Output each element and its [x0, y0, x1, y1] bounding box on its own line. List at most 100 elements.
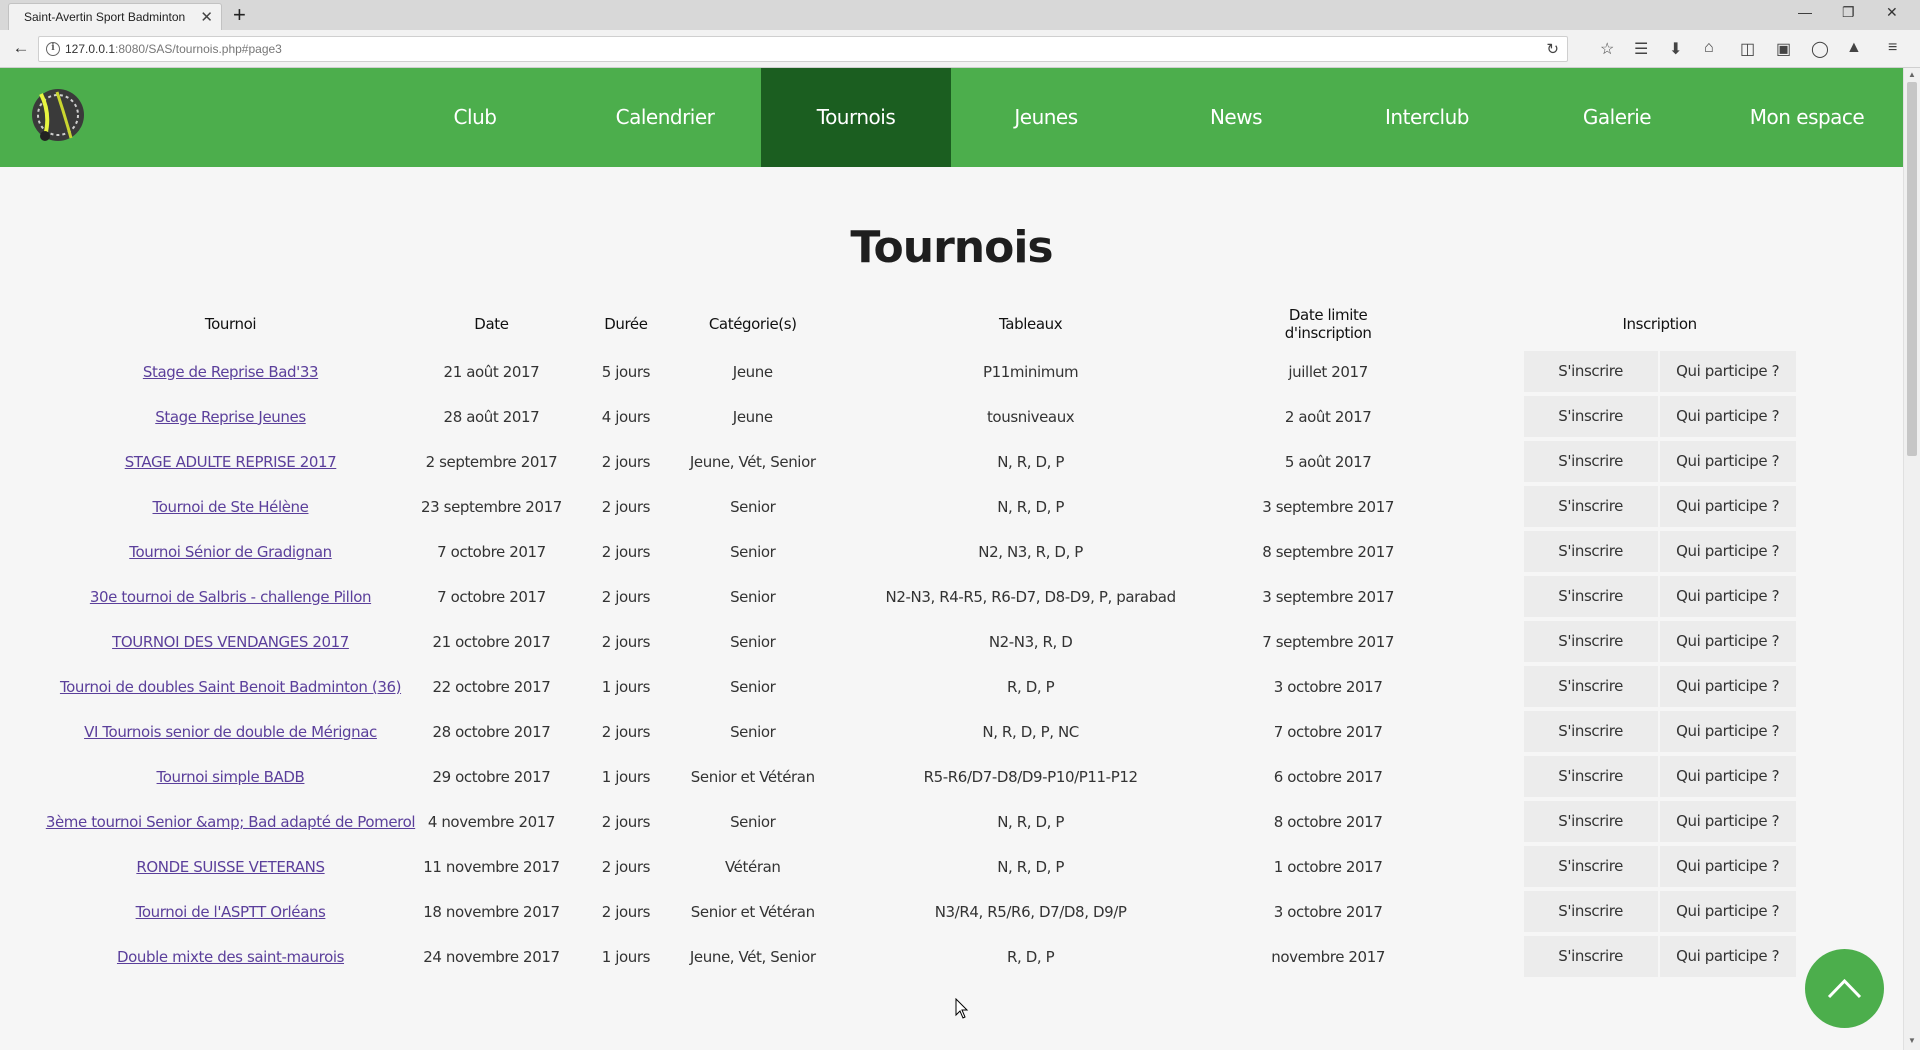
inscrire-button[interactable]: S'inscrire [1523, 351, 1658, 392]
home-icon[interactable]: ⌂ [1704, 39, 1714, 57]
tournament-link[interactable]: Tournoi de Ste Hélène [153, 498, 309, 516]
qui-participe-button[interactable]: Qui participe ? [1659, 936, 1796, 977]
tournament-deadline: 1 octobre 2017 [1273, 857, 1383, 876]
inscrire-button[interactable]: S'inscrire [1523, 486, 1658, 527]
qui-participe-button[interactable]: Qui participe ? [1659, 396, 1796, 437]
url-text: 127.0.0.1:8080/SAS/tournois.php#page3 [65, 42, 282, 56]
tournament-link[interactable]: Double mixte des saint-maurois [117, 948, 344, 966]
scroll-up-arrow-icon[interactable]: ▲ [1908, 70, 1916, 79]
tournament-deadline: 3 octobre 2017 [1273, 902, 1383, 921]
scrollbar-thumb[interactable] [1907, 82, 1917, 456]
inscrire-button[interactable]: S'inscrire [1523, 801, 1658, 842]
close-icon[interactable]: ✕ [200, 8, 213, 26]
inscrire-button[interactable]: S'inscrire [1523, 666, 1658, 707]
nav-tournois[interactable]: Tournois [761, 68, 951, 167]
tournament-duration: 2 jours [601, 587, 651, 606]
tournament-link[interactable]: STAGE ADULTE REPRISE 2017 [125, 453, 337, 471]
nav-mon-espace[interactable]: Mon espace [1712, 68, 1902, 167]
club-logo[interactable] [27, 84, 89, 146]
browser-tab[interactable]: Saint-Avertin Sport Badminton ✕ [8, 3, 222, 30]
qui-participe-button[interactable]: Qui participe ? [1659, 531, 1796, 572]
qui-participe-button[interactable]: Qui participe ? [1659, 891, 1796, 932]
tournament-tableaux: R5-R6/D7-D8/D9-P10/P11-P12 [923, 767, 1138, 786]
tournament-tableaux: N, R, D, P [997, 452, 1065, 471]
tournament-categories: Senior [730, 677, 776, 696]
info-icon[interactable]: i [46, 42, 60, 56]
qui-participe-button[interactable]: Qui participe ? [1659, 351, 1796, 392]
scroll-to-top-button[interactable] [1805, 949, 1884, 1028]
tournament-date: 23 septembre 2017 [421, 497, 562, 516]
qui-participe-button[interactable]: Qui participe ? [1659, 711, 1796, 752]
tournament-date: 4 novembre 2017 [427, 812, 556, 831]
inscrire-button[interactable]: S'inscrire [1523, 846, 1658, 887]
tournament-duration: 2 jours [601, 902, 651, 921]
qui-participe-button[interactable]: Qui participe ? [1659, 486, 1796, 527]
tournament-link[interactable]: Tournoi simple BADB [157, 768, 305, 786]
extension-icon[interactable]: ▣ [1776, 39, 1791, 59]
qui-participe-button[interactable]: Qui participe ? [1659, 846, 1796, 887]
tournament-duration: 2 jours [601, 857, 651, 876]
inscrire-button[interactable]: S'inscrire [1523, 441, 1658, 482]
qui-participe-button[interactable]: Qui participe ? [1659, 666, 1796, 707]
reload-icon[interactable]: ↻ [1546, 40, 1559, 58]
address-bar[interactable]: i 127.0.0.1:8080/SAS/tournois.php#page3 … [38, 36, 1568, 62]
download-icon[interactable]: ⬇ [1669, 39, 1682, 59]
shield-icon[interactable]: ◯ [1811, 39, 1829, 59]
inscrire-button[interactable]: S'inscrire [1523, 621, 1658, 662]
inscrire-button[interactable]: S'inscrire [1523, 396, 1658, 437]
window-close-icon[interactable]: ✕ [1886, 4, 1898, 21]
page-scrollbar[interactable]: ▲ ▼ [1903, 68, 1920, 1050]
qui-participe-button[interactable]: Qui participe ? [1659, 756, 1796, 797]
pocket-icon[interactable]: ◫ [1740, 39, 1755, 59]
nav-interclub[interactable]: Interclub [1332, 68, 1522, 167]
reading-list-icon[interactable]: ☰ [1634, 39, 1648, 59]
tournament-categories: Senior et Vétéran [690, 767, 815, 786]
minimize-icon[interactable]: — [1798, 4, 1812, 20]
tournament-tableaux: N, R, D, P [997, 812, 1065, 831]
inscrire-button[interactable]: S'inscrire [1523, 711, 1658, 752]
tournament-link[interactable]: Tournoi de doubles Saint Benoit Badminto… [60, 678, 402, 696]
tournament-link[interactable]: 30e tournoi de Salbris - challenge Pillo… [90, 588, 372, 606]
tournament-date: 21 août 2017 [443, 362, 540, 381]
nav-jeunes[interactable]: Jeunes [951, 68, 1141, 167]
table-row: Stage de Reprise Bad'33 21 août 2017 5 jou… [40, 349, 1797, 394]
table-row: 30e tournoi de Salbris - challenge Pillo… [40, 574, 1797, 619]
tournament-link[interactable]: 3ème tournoi Senior &amp; Bad adapté de … [46, 813, 416, 831]
tournament-categories: Jeune [732, 407, 773, 426]
nav-club[interactable]: Club [380, 68, 570, 167]
tournament-link[interactable]: Tournoi de l'ASPTT Orléans [136, 903, 326, 921]
hamburger-menu-icon[interactable]: ≡ [1888, 39, 1897, 57]
tournament-link[interactable]: VI Tournois senior de double de Mérignac [84, 723, 377, 741]
nav-galerie[interactable]: Galerie [1522, 68, 1712, 167]
nav-news[interactable]: News [1141, 68, 1331, 167]
qui-participe-button[interactable]: Qui participe ? [1659, 621, 1796, 662]
bookmark-star-icon[interactable]: ☆ [1600, 39, 1614, 59]
table-row: STAGE ADULTE REPRISE 2017 2 septembre 201… [40, 439, 1797, 484]
tournament-tableaux: R, D, P [1006, 677, 1055, 696]
table-row: 3ème tournoi Senior &amp; Bad adapté de … [40, 799, 1797, 844]
new-tab-icon[interactable]: + [233, 2, 246, 28]
inscrire-button[interactable]: S'inscrire [1523, 576, 1658, 617]
tournament-deadline: juillet 2017 [1288, 362, 1368, 381]
nav-calendrier[interactable]: Calendrier [570, 68, 760, 167]
tournament-link[interactable]: Tournoi Sénior de Gradignan [129, 543, 332, 561]
browser-navbar: ← i 127.0.0.1:8080/SAS/tournois.php#page… [0, 30, 1920, 68]
qui-participe-button[interactable]: Qui participe ? [1659, 441, 1796, 482]
tournament-duration: 2 jours [601, 722, 651, 741]
inscrire-button[interactable]: S'inscrire [1523, 936, 1658, 977]
tournament-link[interactable]: RONDE SUISSE VETERANS [136, 858, 325, 876]
header-inscription: Inscription [1622, 315, 1698, 333]
tournament-categories: Senior [730, 542, 776, 561]
back-arrow-icon[interactable]: ← [9, 37, 33, 61]
qui-participe-button[interactable]: Qui participe ? [1659, 576, 1796, 617]
tournament-link[interactable]: Stage Reprise Jeunes [155, 408, 306, 426]
inscrire-button[interactable]: S'inscrire [1523, 756, 1658, 797]
tournament-link[interactable]: Stage de Reprise Bad'33 [143, 363, 319, 381]
restore-icon[interactable]: ❐ [1842, 4, 1855, 21]
inscrire-button[interactable]: S'inscrire [1523, 531, 1658, 572]
qui-participe-button[interactable]: Qui participe ? [1659, 801, 1796, 842]
scroll-down-arrow-icon[interactable]: ▼ [1908, 1036, 1916, 1045]
chart-extension-icon[interactable]: ▲ [1846, 39, 1862, 57]
inscrire-button[interactable]: S'inscrire [1523, 891, 1658, 932]
tournament-link[interactable]: TOURNOI DES VENDANGES 2017 [112, 633, 349, 651]
